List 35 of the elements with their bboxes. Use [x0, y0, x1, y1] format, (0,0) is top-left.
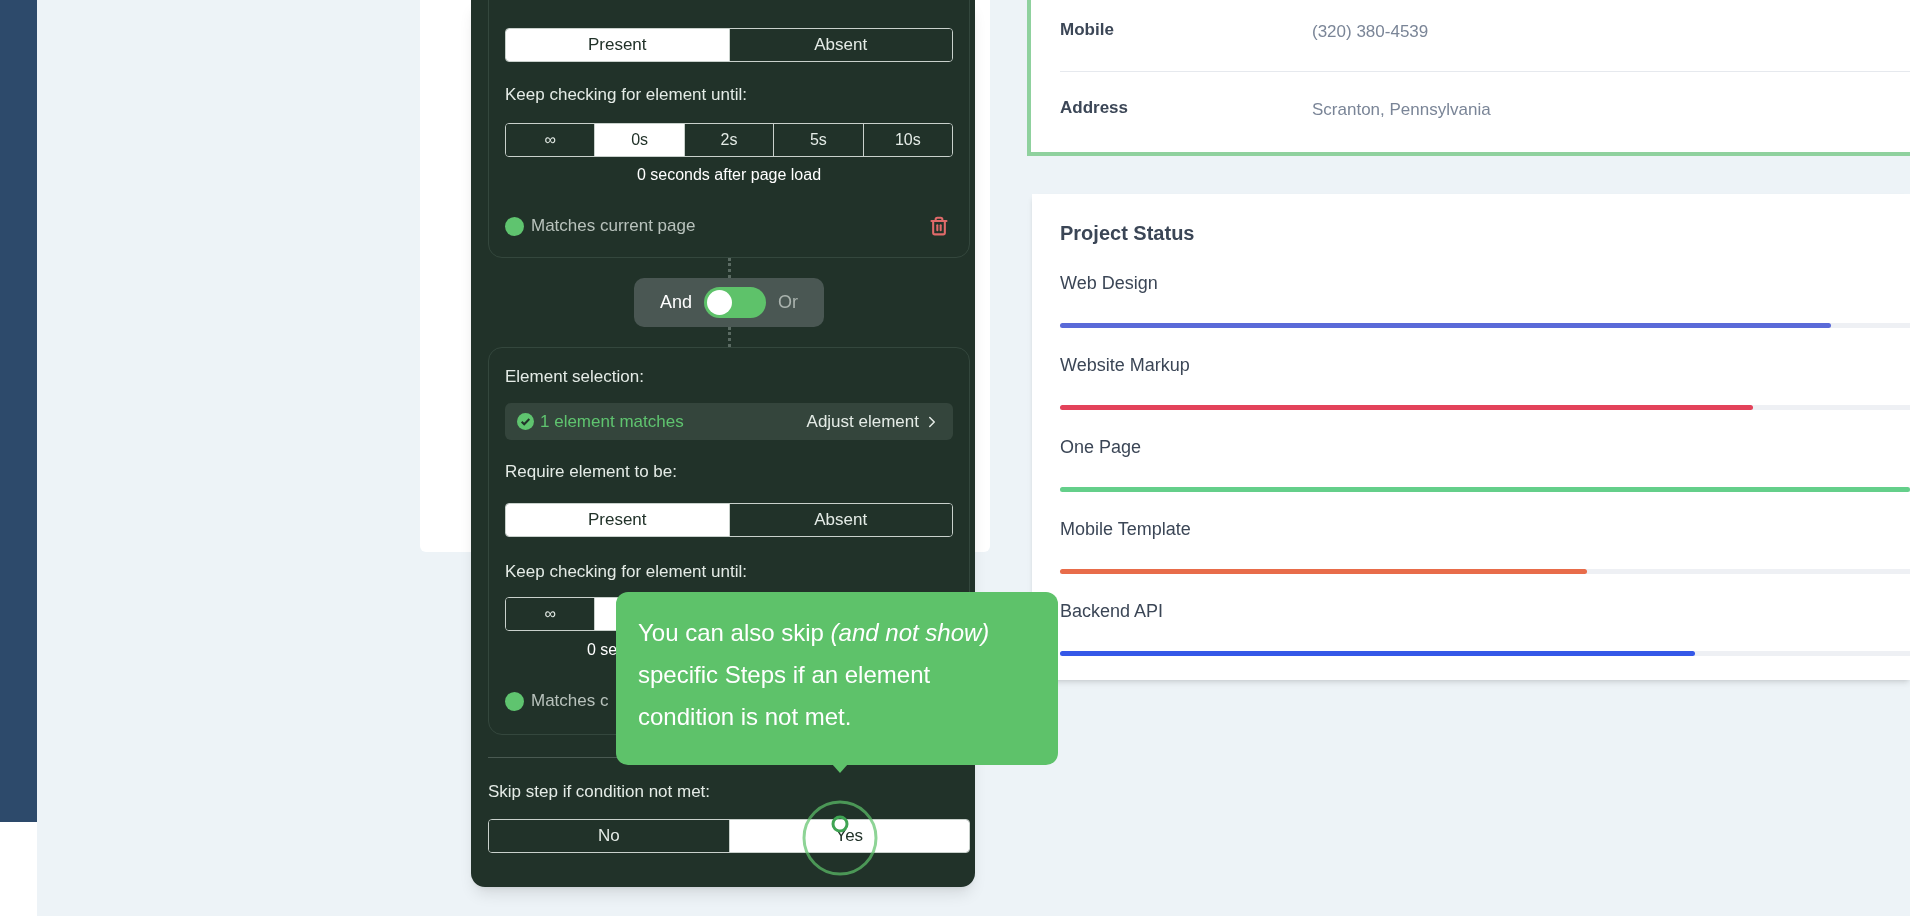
wait-caption: 0 se [587, 640, 618, 660]
check-circle-icon [517, 413, 534, 430]
segment-option[interactable]: Present [506, 29, 729, 61]
logic-toggle[interactable]: And Or [634, 278, 824, 327]
project-label: Website Markup [1060, 354, 1191, 377]
segment-option[interactable]: Absent [728, 29, 952, 61]
click-ring-icon [802, 800, 878, 876]
wait-option[interactable]: 10s [862, 124, 952, 156]
or-label: Or [778, 291, 798, 314]
trash-icon[interactable] [929, 216, 949, 236]
match-status-text: Matches c [531, 690, 609, 713]
section-label: Skip step if condition not met: [488, 781, 712, 803]
project-label: One Page [1060, 436, 1143, 459]
field-value: (320) 380-4539 [1312, 20, 1429, 43]
wait-caption: 0 seconds after page load [636, 165, 822, 185]
section-label: Require element to be: [505, 461, 678, 483]
match-count-text: 1 element matches [540, 410, 684, 433]
field-label: Mobile [1060, 18, 1115, 41]
section-label: Keep checking for element until: [505, 84, 748, 106]
segment-option[interactable]: Absent [728, 504, 952, 536]
section-label: Element selection: [505, 366, 645, 388]
project-label: Mobile Template [1060, 518, 1192, 541]
toggle-switch[interactable] [704, 287, 766, 318]
match-status-text: Matches current page [531, 215, 696, 238]
tooltip-text: You can also skip (and not show) specific Steps if an element condition is not met. [638, 618, 991, 732]
segment-option[interactable]: Present [506, 504, 729, 536]
and-label: And [660, 291, 692, 314]
card-title: Project Status [1060, 221, 1196, 246]
project-label: Backend API [1060, 600, 1165, 623]
section-label: Keep checking for element until: [505, 561, 748, 583]
wait-option[interactable]: 0s [594, 124, 684, 156]
adjust-element-link[interactable]: Adjust element [806, 408, 941, 435]
field-value: Scranton, Pennsylvania [1312, 99, 1491, 122]
field-label: Address [1060, 97, 1130, 120]
project-label: Web Design [1060, 272, 1159, 295]
